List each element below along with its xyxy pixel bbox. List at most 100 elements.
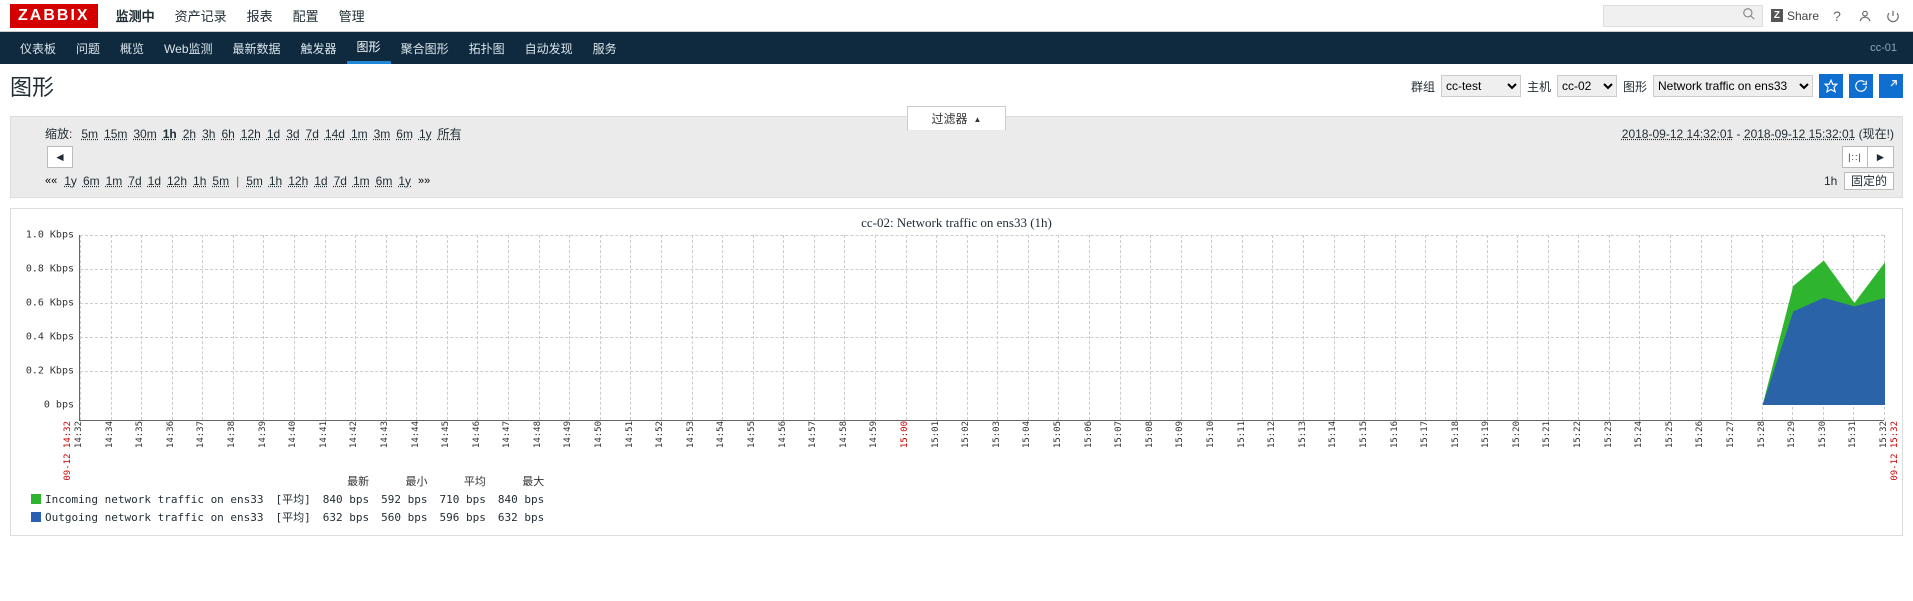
date-from[interactable]: 2018-09-12 14:32:01 <box>1622 127 1733 141</box>
shift-link[interactable]: 1h <box>269 174 282 188</box>
subnav-item[interactable]: 概览 <box>110 32 154 64</box>
refresh-button[interactable] <box>1849 74 1873 98</box>
x-tick-label: 15:09 <box>1175 421 1185 448</box>
share-link[interactable]: Z Share <box>1771 9 1819 23</box>
shift-right-links: 5m 1h 12h 1d 7d 1m 6m 1y <box>243 174 414 188</box>
date-to[interactable]: 2018-09-12 15:32:01 <box>1744 127 1855 141</box>
topnav-item[interactable]: 配置 <box>283 6 329 25</box>
shift-link[interactable]: 7d <box>334 174 347 188</box>
x-tick-label: 15:30 <box>1818 421 1828 448</box>
x-tick-label: 14:32 <box>74 421 84 448</box>
x-tick-label: 15:03 <box>992 421 1002 448</box>
zoom-link[interactable]: 3d <box>286 127 299 141</box>
top-nav: ZABBIX 监测中资产记录报表配置管理 Z Share ? <box>0 0 1913 32</box>
fullscreen-button[interactable] <box>1879 74 1903 98</box>
subnav-item[interactable]: 聚合图形 <box>391 32 459 64</box>
y-tick-label: 0 bps <box>44 400 80 411</box>
nav-dots-button[interactable]: |::| <box>1842 146 1868 168</box>
group-label: 群组 <box>1411 78 1435 95</box>
subnav-item[interactable]: 图形 <box>347 32 391 64</box>
chart-xaxis: 14:3214:3414:3514:3614:3714:3814:3914:40… <box>79 421 1884 461</box>
x-tick-label: 14:49 <box>563 421 573 448</box>
x-tick-label: 14:37 <box>196 421 206 448</box>
y-tick-label: 0.8 Kbps <box>26 264 80 275</box>
search-icon <box>1742 7 1756 24</box>
shift-link[interactable]: 6m <box>83 174 100 188</box>
zoom-link[interactable]: 30m <box>133 127 156 141</box>
subnav-item[interactable]: 触发器 <box>291 32 347 64</box>
shift-link[interactable]: 6m <box>376 174 393 188</box>
shift-link[interactable]: 1h <box>193 174 206 188</box>
zoom-link[interactable]: 12h <box>241 127 261 141</box>
fixed-toggle[interactable]: 固定的 <box>1844 172 1894 190</box>
shift-link[interactable]: 5m <box>246 174 263 188</box>
x-tick-label: 15:10 <box>1206 421 1216 448</box>
host-select[interactable]: cc-02 <box>1557 75 1617 97</box>
zoom-link[interactable]: 所有 <box>438 127 462 141</box>
zoom-link[interactable]: 5m <box>81 127 98 141</box>
shift-link[interactable]: 1y <box>64 174 77 188</box>
x-tick-label: 14:50 <box>594 421 604 448</box>
shift-link[interactable]: 12h <box>288 174 308 188</box>
shift-link[interactable]: 1y <box>398 174 411 188</box>
zoom-link[interactable]: 1m <box>351 127 368 141</box>
zoom-link[interactable]: 6m <box>396 127 413 141</box>
favorite-button[interactable] <box>1819 74 1843 98</box>
subnav-item[interactable]: Web监测 <box>154 32 222 64</box>
x-tick-label: 14:58 <box>839 421 849 448</box>
y-tick-label: 1.0 Kbps <box>26 230 80 241</box>
search-input[interactable] <box>1603 5 1763 27</box>
zoom-link[interactable]: 3m <box>374 127 391 141</box>
shift-link[interactable]: 12h <box>167 174 187 188</box>
x-tick-label: 15:08 <box>1145 421 1155 448</box>
subnav-item[interactable]: 最新数据 <box>223 32 291 64</box>
nav-next-button[interactable]: ► <box>1868 146 1894 168</box>
topnav-item[interactable]: 监测中 <box>106 6 165 25</box>
x-tick-label: 14:35 <box>135 421 145 448</box>
shift-link[interactable]: 1m <box>106 174 123 188</box>
power-icon[interactable] <box>1883 6 1903 26</box>
shift-link[interactable]: 1d <box>148 174 161 188</box>
zoom-link[interactable]: 1y <box>419 127 432 141</box>
chart-plot[interactable]: 0 bps0.2 Kbps0.4 Kbps0.6 Kbps0.8 Kbps1.0… <box>79 235 1884 421</box>
x-tick-label: 15:26 <box>1695 421 1705 448</box>
sub-nav: 仪表板问题概览Web监测最新数据触发器图形聚合图形拓扑图自动发现服务 cc-01 <box>0 32 1913 64</box>
graph-select[interactable]: Network traffic on ens33 <box>1653 75 1813 97</box>
x-tick-label: 14:55 <box>747 421 757 448</box>
subnav-item[interactable]: 自动发现 <box>515 32 583 64</box>
user-icon[interactable] <box>1855 6 1875 26</box>
shift-right-all[interactable]: »» <box>418 175 430 187</box>
subnav-item[interactable]: 仪表板 <box>10 32 66 64</box>
zoom-link[interactable]: 6h <box>221 127 234 141</box>
x-tick-label: 14:42 <box>349 421 359 448</box>
shift-link[interactable]: 7d <box>128 174 141 188</box>
x-tick-label: 15:04 <box>1022 421 1032 448</box>
topnav-item[interactable]: 资产记录 <box>165 6 237 25</box>
zoom-link[interactable]: 15m <box>104 127 127 141</box>
zoom-link[interactable]: 2h <box>183 127 196 141</box>
group-select[interactable]: cc-test <box>1441 75 1521 97</box>
zoom-link[interactable]: 7d <box>306 127 319 141</box>
topnav-item[interactable]: 报表 <box>237 6 283 25</box>
help-icon[interactable]: ? <box>1827 6 1847 26</box>
x-tick-label: 14:36 <box>166 421 176 448</box>
zoom-link[interactable]: 3h <box>202 127 215 141</box>
zoom-link[interactable]: 1h <box>163 127 177 141</box>
x-tick-label: 15:14 <box>1328 421 1338 448</box>
date-now: (现在!) <box>1859 127 1894 141</box>
shift-left-all[interactable]: «« <box>45 175 57 187</box>
shift-left-links: 1y 6m 1m 7d 1d 12h 1h 5m <box>61 174 232 188</box>
subnav-item[interactable]: 拓扑图 <box>459 32 515 64</box>
shift-link[interactable]: 1d <box>314 174 327 188</box>
filter-toggle[interactable]: 过滤器 <box>907 106 1007 131</box>
zoom-link[interactable]: 14d <box>325 127 345 141</box>
subnav-item[interactable]: 问题 <box>66 32 110 64</box>
shift-link[interactable]: 1m <box>353 174 370 188</box>
nav-prev-button[interactable]: ◄ <box>47 146 73 168</box>
subnav-item[interactable]: 服务 <box>583 32 627 64</box>
chart-legend: 最新最小平均最大Incoming network traffic on ens3… <box>29 471 1894 527</box>
zoom-link[interactable]: 1d <box>267 127 280 141</box>
shift-link[interactable]: 5m <box>212 174 229 188</box>
x-tick-label: 15:32 <box>1879 421 1889 448</box>
topnav-item[interactable]: 管理 <box>329 6 375 25</box>
